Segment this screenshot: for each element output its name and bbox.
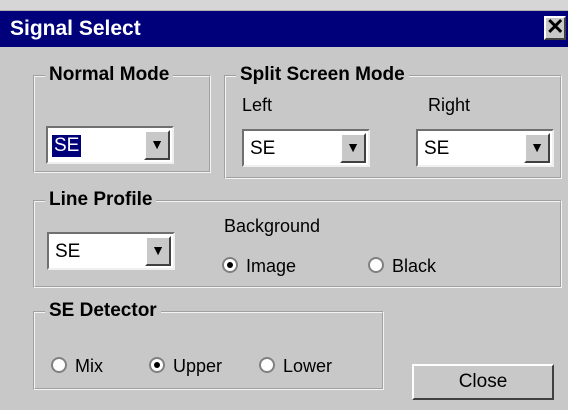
chevron-down-icon[interactable]: ▼ xyxy=(524,133,550,163)
radio-label-black: Black xyxy=(392,256,437,276)
chevron-down-icon[interactable]: ▼ xyxy=(145,236,171,266)
radio-detector-upper[interactable]: Upper xyxy=(149,354,245,378)
radio-detector-mix[interactable]: Mix xyxy=(51,354,131,378)
radio-label-image: Image xyxy=(246,256,297,276)
normal-mode-legend: Normal Mode xyxy=(45,64,174,86)
signal-select-dialog: Signal Select ✕ Normal Mode SE ▼ Split S… xyxy=(0,0,568,410)
radio-label-upper: Upper xyxy=(173,356,223,376)
normal-mode-group: Normal Mode SE ▼ xyxy=(33,64,211,173)
split-screen-mode-legend: Split Screen Mode xyxy=(236,64,409,86)
radio-background-black[interactable]: Black xyxy=(368,254,468,278)
split-screen-mode-group: Split Screen Mode Left Right SE ▼ SE ▼ xyxy=(224,64,562,179)
radio-label-lower: Lower xyxy=(283,356,333,376)
radio-circle[interactable] xyxy=(149,357,165,373)
radio-circle[interactable] xyxy=(259,357,275,373)
se-detector-group: SE Detector Mix Upper Lower xyxy=(33,300,384,390)
background-label: Background xyxy=(224,216,321,236)
se-detector-legend: SE Detector xyxy=(45,300,161,322)
normal-mode-select[interactable]: SE ▼ xyxy=(46,126,174,164)
radio-circle[interactable] xyxy=(51,357,67,373)
chevron-down-icon[interactable]: ▼ xyxy=(340,133,366,163)
normal-mode-value: SE xyxy=(50,134,83,158)
line-profile-value: SE xyxy=(55,241,81,262)
left-value: SE xyxy=(250,138,276,159)
close-button[interactable]: Close xyxy=(412,364,554,400)
right-label: Right xyxy=(428,95,471,115)
radio-background-image[interactable]: Image xyxy=(222,254,322,278)
radio-label-mix: Mix xyxy=(75,356,103,376)
line-profile-legend: Line Profile xyxy=(45,189,157,211)
line-profile-select[interactable]: SE ▼ xyxy=(47,232,175,270)
radio-detector-lower[interactable]: Lower xyxy=(259,354,359,378)
right-value: SE xyxy=(424,138,450,159)
right-select[interactable]: SE ▼ xyxy=(416,129,554,167)
title-bar[interactable]: Signal Select ✕ xyxy=(0,11,568,47)
chevron-down-icon[interactable]: ▼ xyxy=(144,130,170,160)
radio-circle[interactable] xyxy=(368,257,384,273)
window-title: Signal Select xyxy=(10,17,141,40)
left-label: Left xyxy=(242,95,273,115)
top-strip xyxy=(0,0,568,11)
left-select[interactable]: SE ▼ xyxy=(242,129,370,167)
close-icon[interactable]: ✕ xyxy=(544,16,566,40)
radio-circle[interactable] xyxy=(222,257,238,273)
line-profile-group: Line Profile SE ▼ Background Image Black xyxy=(33,189,562,288)
